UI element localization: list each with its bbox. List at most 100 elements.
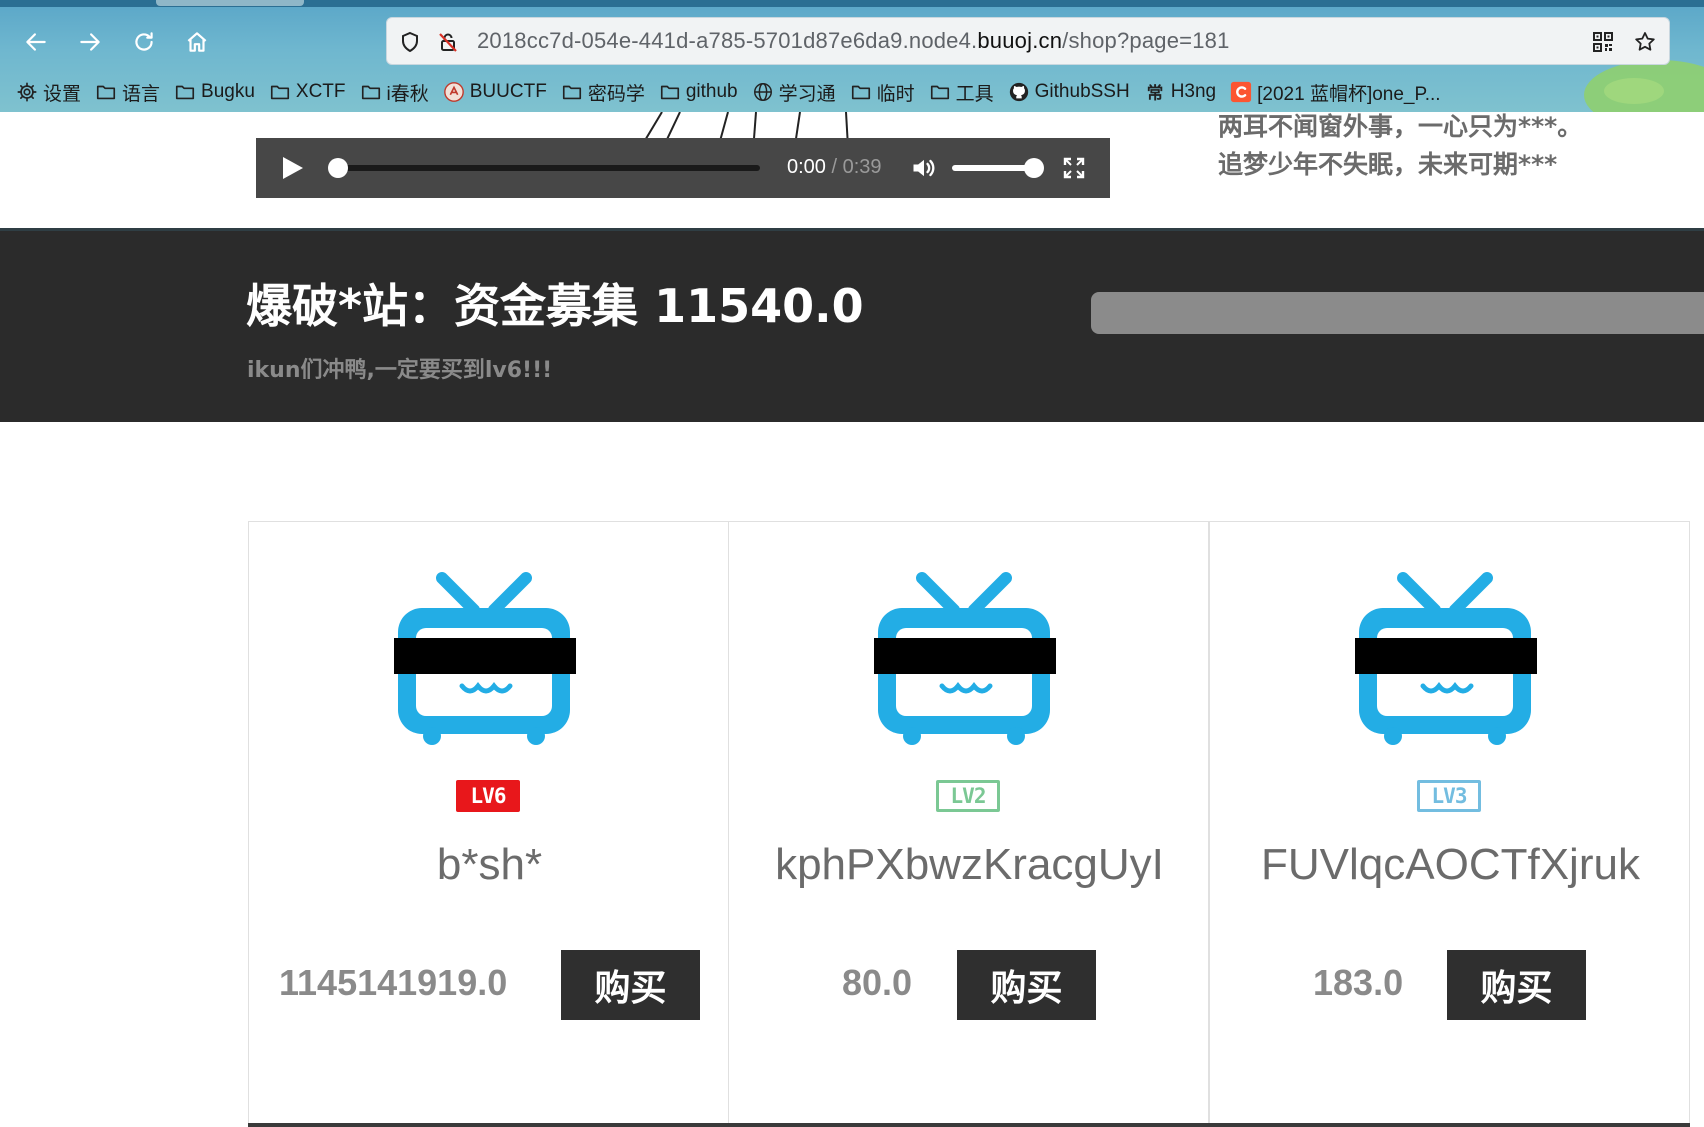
seek-bar[interactable] [336, 165, 760, 171]
time-display: 0:00 / 0:39 [787, 156, 882, 179]
lyrics-line: 两耳不闻窗外事，一心只为***。 [1218, 112, 1583, 141]
bookmark-label: 语言 [122, 83, 161, 105]
level-badge: LV6 [456, 780, 520, 812]
star-bookmark-icon[interactable] [1632, 29, 1658, 55]
volume-slider[interactable] [952, 165, 1034, 171]
bookmark-githubssh[interactable]: GithubSSH [1008, 77, 1130, 107]
bookmark-label: XCTF [295, 81, 346, 102]
bookmark-label: 工具 [955, 83, 994, 105]
bookmark-folder-bugku[interactable]: Bugku [174, 77, 255, 107]
bookmark-folder-github[interactable]: github [659, 77, 738, 107]
folder-icon [660, 85, 679, 100]
shield-icon[interactable] [397, 29, 423, 55]
lyrics-line: 追梦少年不失眠，未来可期*** [1218, 150, 1558, 179]
fullscreen-icon[interactable] [1062, 156, 1086, 180]
bookmark-label: github [685, 81, 738, 102]
product-name: b*sh* [436, 840, 543, 889]
product-price: 80.0 [842, 962, 913, 1003]
bilibili-tv-icon [874, 572, 1056, 745]
product-name: FUVlqcAOCTfXjruk [1261, 840, 1640, 889]
bookmark-label: H3ng [1170, 81, 1217, 102]
arrow-right-icon [80, 33, 100, 51]
page-title: 爆破*站：资金募集 11540.0 [246, 279, 864, 333]
active-tab[interactable] [156, 0, 304, 6]
bookmark-label: Bugku [201, 81, 255, 102]
product-card: LV6 b*sh* 1145141919.0 购买 [248, 521, 729, 1127]
folder-icon [562, 85, 581, 100]
folder-icon [851, 85, 870, 100]
buuctf-logo-icon [443, 82, 464, 102]
product-price: 183.0 [1313, 962, 1404, 1003]
home-button[interactable] [177, 22, 217, 62]
browser-toolbar: 2018cc7d-054e-441d-a785-5701d87e6da9.nod… [0, 0, 1704, 112]
level-badge: LV2 [936, 780, 1000, 812]
folder-icon [175, 85, 195, 100]
reload-button[interactable] [124, 22, 164, 62]
page-subtitle: ikun们冲鸭,一定要买到lv6!!! [247, 358, 553, 383]
back-button[interactable] [16, 22, 56, 62]
current-time: 0:00 [787, 156, 826, 178]
duration: 0:39 [842, 156, 882, 178]
bookmark-buuctf[interactable]: BUUCTF [443, 77, 547, 107]
buy-button[interactable]: 购买 [957, 950, 1096, 1020]
bilibili-tv-icon [394, 572, 576, 745]
volume-handle[interactable] [1024, 158, 1044, 178]
seek-handle[interactable] [328, 158, 348, 178]
folder-icon [270, 85, 289, 100]
github-icon [1009, 82, 1028, 102]
svg-text:常: 常 [1146, 82, 1163, 102]
csdn-icon [1231, 81, 1252, 103]
h3ng-icon: 常 [1146, 82, 1163, 102]
folder-icon [930, 85, 949, 100]
bookmark-label: i春秋 [386, 83, 429, 105]
arrow-left-icon [26, 33, 46, 51]
bookmark-label: 学习通 [778, 83, 836, 105]
bookmark-xuexitong[interactable]: 学习通 [752, 77, 836, 107]
bookmark-label: [2021 蓝帽杯]one_P... [1257, 83, 1441, 105]
insecure-lock-icon[interactable] [435, 29, 461, 55]
bookmark-folder-ichunqiu[interactable]: i春秋 [360, 77, 429, 107]
product-grid: LV6 b*sh* 1145141919.0 购买 LV2 kphPXbwzKr… [248, 521, 1690, 1127]
product-price: 1145141919.0 [279, 962, 508, 1003]
buy-button[interactable]: 购买 [1447, 950, 1586, 1020]
bookmark-csdn[interactable]: [2021 蓝帽杯]one_P... [1230, 77, 1441, 107]
bookmark-h3ng[interactable]: 常 H3ng [1144, 77, 1216, 107]
url-prefix: 2018cc7d-054e-441d-a785-5701d87e6da9.nod… [477, 28, 978, 53]
product-card: LV3 FUVlqcAOCTfXjruk 183.0 购买 [1209, 521, 1690, 1127]
theme-decoration [1604, 78, 1664, 104]
home-icon [187, 32, 207, 52]
tab-strip [0, 0, 1704, 7]
folder-icon [96, 85, 116, 100]
bookmark-folder-xctf[interactable]: XCTF [269, 77, 346, 107]
product-card: LV2 kphPXbwzKracgUyI 80.0 购买 [728, 521, 1209, 1127]
gear-icon [17, 82, 37, 102]
globe-icon [753, 83, 772, 101]
forward-button[interactable] [70, 22, 110, 62]
funding-progress-bar [1091, 292, 1704, 334]
bookmark-label: BUUCTF [469, 81, 547, 102]
bilibili-tv-icon [1355, 572, 1537, 745]
buy-button[interactable]: 购买 [561, 950, 700, 1020]
bookmark-label: 设置 [43, 83, 82, 105]
address-bar[interactable]: 2018cc7d-054e-441d-a785-5701d87e6da9.nod… [386, 17, 1670, 65]
bookmark-folder-temp[interactable]: 临时 [850, 77, 915, 107]
bookmark-folder-crypto[interactable]: 密码学 [561, 77, 645, 107]
reload-icon [135, 32, 153, 51]
url-path: /shop?page=181 [1062, 28, 1230, 53]
folder-icon [361, 85, 380, 100]
volume-icon[interactable] [910, 154, 938, 182]
bookmark-settings[interactable]: 设置 [16, 77, 81, 107]
funding-banner: 爆破*站：资金募集 11540.0 ikun们冲鸭,一定要买到lv6!!! [0, 228, 1704, 422]
card-bottom-border [1209, 1123, 1690, 1127]
bookmark-label: 密码学 [587, 83, 645, 105]
bookmark-folder-language[interactable]: 语言 [95, 77, 160, 107]
url-text[interactable]: 2018cc7d-054e-441d-a785-5701d87e6da9.nod… [477, 28, 1230, 54]
banner-divider [0, 228, 1704, 231]
lyrics-text: 两耳不闻窗外事，一心只为***。 追梦少年不失眠，未来可期*** [1218, 108, 1582, 184]
play-icon[interactable] [283, 157, 303, 179]
url-domain: buuoj.cn [977, 28, 1063, 53]
bookmark-folder-tools[interactable]: 工具 [929, 77, 994, 107]
card-bottom-border [248, 1123, 729, 1127]
product-name: kphPXbwzKracgUyI [775, 840, 1164, 889]
qr-code-icon[interactable] [1590, 29, 1616, 55]
